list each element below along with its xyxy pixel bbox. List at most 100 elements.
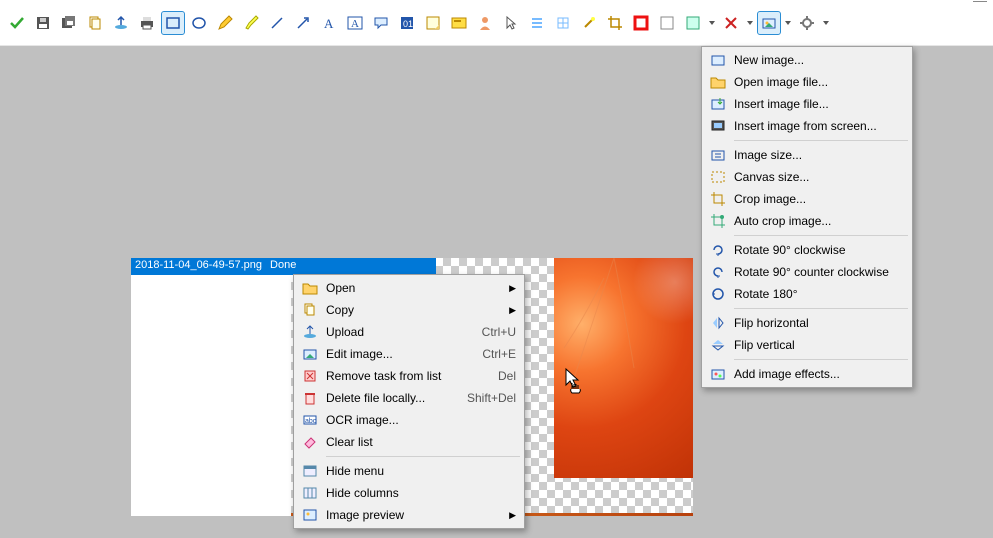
tools-cross-icon[interactable] [720, 12, 742, 34]
task-titlebar[interactable]: 2018-11-04_06-49-57.png Done [131, 258, 436, 275]
menu-ocr[interactable]: abc OCR image... [296, 409, 522, 431]
menu-copy-label: Copy [326, 303, 503, 317]
red-frame-icon[interactable] [630, 12, 652, 34]
hide-columns-icon [300, 485, 320, 501]
main-toolbar: A A 01 [0, 0, 993, 46]
menu-open[interactable]: Open ▶ [296, 277, 522, 299]
image-dropdown-menu: New image... Open image file... Insert i… [701, 46, 913, 388]
menu-separator [734, 140, 908, 141]
menu-rotate-180[interactable]: Rotate 180° [704, 283, 910, 305]
wand-icon[interactable] [578, 12, 600, 34]
menu-rotate-ccw[interactable]: Rotate 90° counter clockwise [704, 261, 910, 283]
menu-clear-list[interactable]: Clear list [296, 431, 522, 453]
slide-icon[interactable] [448, 12, 470, 34]
window-edge [973, 1, 987, 2]
menu-image-preview[interactable]: Image preview ▶ [296, 504, 522, 526]
menu-rotate-cw[interactable]: Rotate 90° clockwise [704, 239, 910, 261]
rotate-180-icon [708, 286, 728, 302]
copy-icon[interactable] [84, 12, 106, 34]
flip-v-icon [708, 337, 728, 353]
line-icon[interactable] [266, 12, 288, 34]
effects-icon [708, 366, 728, 382]
menu-edit-image[interactable]: Edit image... Ctrl+E [296, 343, 522, 365]
menu-image-preview-label: Image preview [326, 508, 503, 522]
text-a-box-icon[interactable]: A [344, 12, 366, 34]
floppy-icon[interactable] [32, 12, 54, 34]
menu-delete-file[interactable]: Delete file locally... Shift+Del [296, 387, 522, 409]
tools-cross-dropdown[interactable] [746, 20, 754, 26]
image-size-icon [708, 147, 728, 163]
menu-open-image[interactable]: Open image file... [704, 71, 910, 93]
menu-edit-image-label: Edit image... [326, 347, 472, 361]
menu-canvas-size[interactable]: Canvas size... [704, 166, 910, 188]
menu-canvas-size-label: Canvas size... [734, 170, 904, 184]
white-frame-icon[interactable] [656, 12, 678, 34]
rectangle-select-icon[interactable] [162, 12, 184, 34]
menu-image-size-label: Image size... [734, 148, 904, 162]
menu-open-label: Open [326, 281, 503, 295]
menu-rotate-ccw-label: Rotate 90° counter clockwise [734, 265, 904, 279]
check-icon[interactable] [6, 12, 28, 34]
arrow-icon[interactable] [292, 12, 314, 34]
image-menu-icon[interactable] [758, 12, 780, 34]
person-icon[interactable] [474, 12, 496, 34]
loaded-image[interactable] [554, 258, 693, 478]
menu-copy[interactable]: Copy ▶ [296, 299, 522, 321]
menu-insert-image[interactable]: Insert image file... [704, 93, 910, 115]
menu-remove-task[interactable]: Remove task from list Del [296, 365, 522, 387]
ocr-icon: abc [300, 412, 320, 428]
menu-new-image[interactable]: New image... [704, 49, 910, 71]
svg-text:A: A [324, 16, 334, 31]
sticker-icon[interactable] [422, 12, 444, 34]
menu-remove-task-shortcut: Del [498, 369, 516, 383]
submenu-arrow: ▶ [509, 305, 516, 316]
bars-icon[interactable] [526, 12, 548, 34]
svg-text:A: A [351, 18, 359, 30]
gear-dropdown[interactable] [822, 20, 830, 26]
pointer-icon[interactable] [500, 12, 522, 34]
rotate-ccw-icon [708, 264, 728, 280]
new-image-icon [708, 52, 728, 68]
menu-hide-columns-label: Hide columns [326, 486, 516, 500]
marker-icon[interactable] [240, 12, 262, 34]
delete-file-icon [300, 390, 320, 406]
sticky-note-dropdown[interactable] [708, 20, 716, 26]
text-a-icon[interactable]: A [318, 12, 340, 34]
image-menu-dropdown[interactable] [784, 20, 792, 26]
step-number-icon[interactable]: 01 [396, 12, 418, 34]
edit-image-icon [300, 346, 320, 362]
menu-image-effects[interactable]: Add image effects... [704, 363, 910, 385]
upload-icon[interactable] [110, 12, 132, 34]
upload-icon [300, 324, 320, 340]
menu-upload[interactable]: Upload Ctrl+U [296, 321, 522, 343]
sticky-note-icon[interactable] [682, 12, 704, 34]
menu-flip-v[interactable]: Flip vertical [704, 334, 910, 356]
speech-bubble-icon[interactable] [370, 12, 392, 34]
menu-auto-crop-label: Auto crop image... [734, 214, 904, 228]
menu-auto-crop[interactable]: Auto crop image... [704, 210, 910, 232]
pencil-icon[interactable] [214, 12, 236, 34]
auto-crop-icon [708, 213, 728, 229]
menu-insert-screen[interactable]: Insert image from screen... [704, 115, 910, 137]
file-name: 2018-11-04_06-49-57.png [135, 259, 262, 274]
grid-icon[interactable] [552, 12, 574, 34]
menu-edit-image-shortcut: Ctrl+E [482, 347, 516, 361]
printer-icon[interactable] [136, 12, 158, 34]
menu-new-image-label: New image... [734, 53, 904, 67]
menu-flip-h[interactable]: Flip horizontal [704, 312, 910, 334]
task-list-panel [131, 275, 291, 516]
menu-hide-menu[interactable]: Hide menu [296, 460, 522, 482]
menu-image-size[interactable]: Image size... [704, 144, 910, 166]
insert-image-icon [708, 96, 728, 112]
crop-icon[interactable] [604, 12, 626, 34]
menu-crop-image[interactable]: Crop image... [704, 188, 910, 210]
floppy-multi-icon[interactable] [58, 12, 80, 34]
menu-crop-image-label: Crop image... [734, 192, 904, 206]
menu-separator [734, 359, 908, 360]
menu-hide-columns[interactable]: Hide columns [296, 482, 522, 504]
svg-text:01: 01 [403, 19, 413, 29]
menu-flip-v-label: Flip vertical [734, 338, 904, 352]
gear-icon[interactable] [796, 12, 818, 34]
ellipse-select-icon[interactable] [188, 12, 210, 34]
menu-open-image-label: Open image file... [734, 75, 904, 89]
